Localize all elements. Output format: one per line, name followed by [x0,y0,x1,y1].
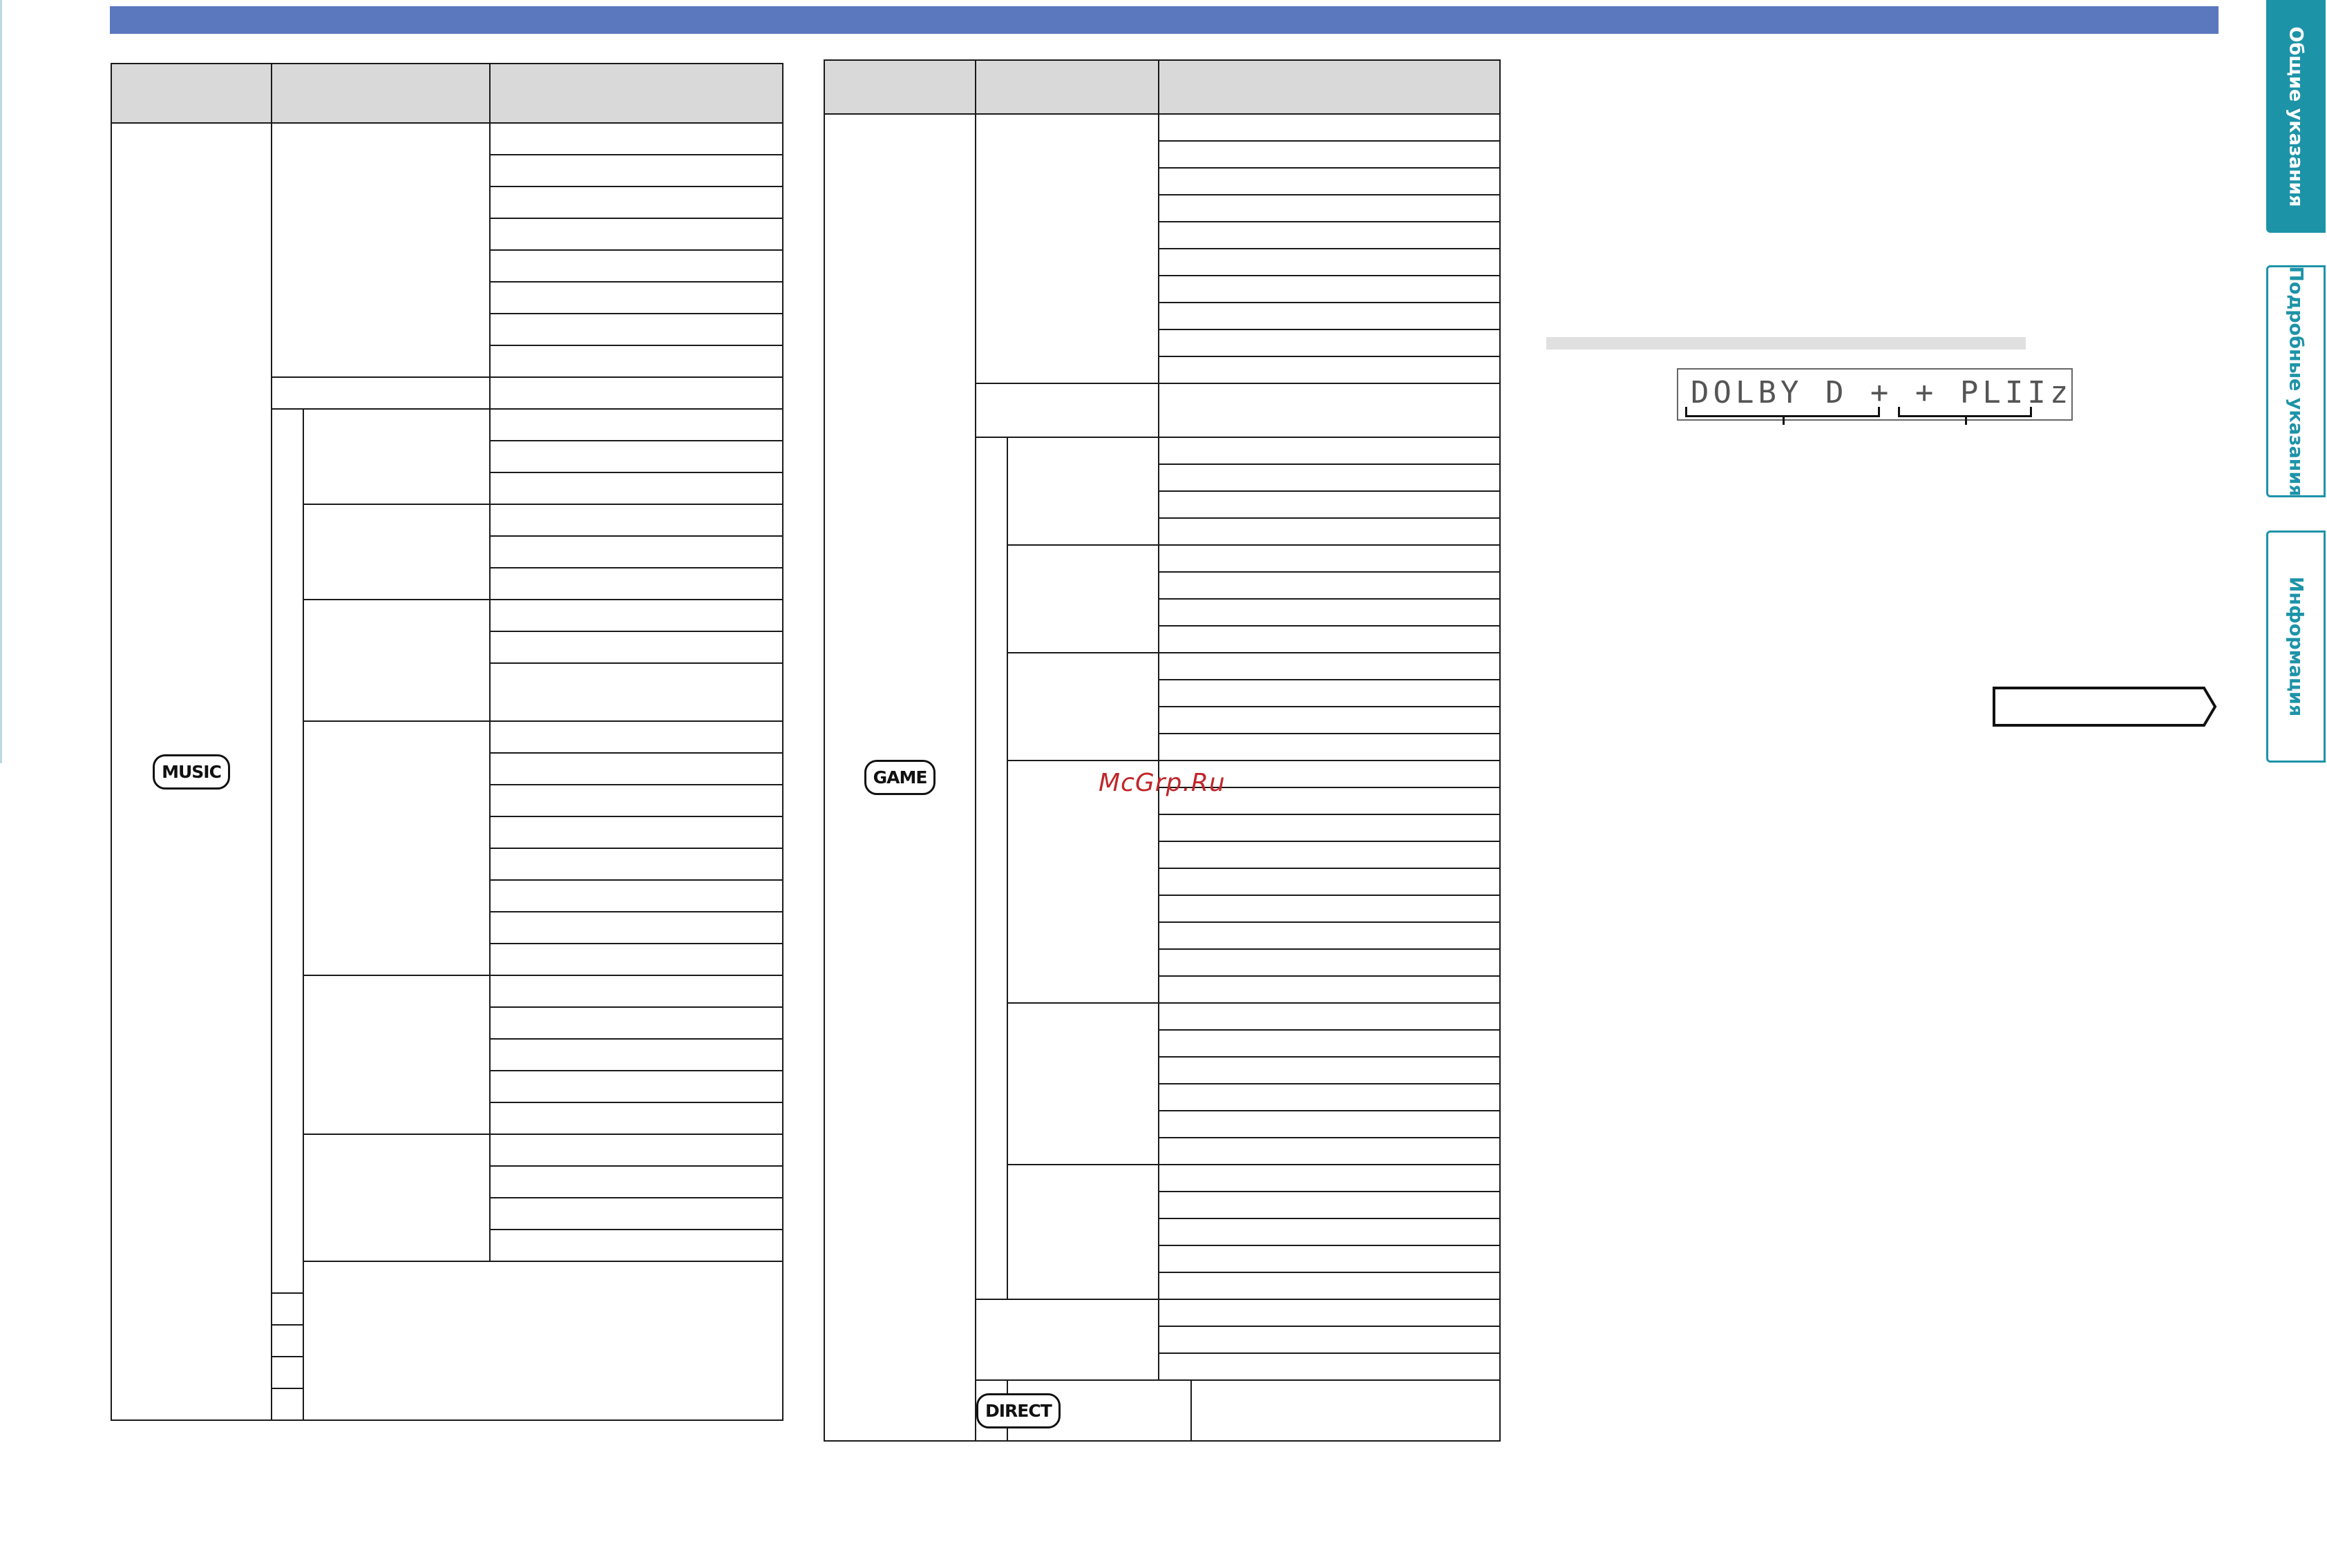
music-cell: MUSIC [111,122,272,1421]
tab-detailed[interactable]: Подробные указания [2266,265,2326,497]
fl-display: DOLBY D + + PLIIz [1677,368,2073,425]
tab-detailed-label: Подробные указания [2285,266,2307,497]
game-mode-table: GAME DIRECT [824,59,1501,1442]
header-cell [824,59,976,115]
decoder-bracket [1685,407,1880,425]
left-edge-stripe [0,0,2,763]
watermark: McGrp.Ru [1099,769,1226,797]
header-cell [271,63,491,124]
display-text: DOLBY D + + PLIIz [1691,375,2073,410]
direct-badge: DIRECT [976,1393,1061,1428]
header-cell [489,63,783,124]
tab-general[interactable]: Общие указания [2266,0,2326,233]
header-bar [110,6,2219,34]
game-cell: GAME [824,113,976,1442]
direct-cell: DIRECT [975,1379,1061,1442]
tab-information[interactable]: Информация [2266,530,2326,763]
section-gray-bar [1546,337,2026,350]
music-badge: MUSIC [153,754,230,790]
music-mode-table: MUSIC [111,63,783,1421]
tab-general-label: Общие указания [2285,26,2307,207]
header-cell [111,63,272,124]
tab-information-label: Информация [2285,576,2307,717]
surround-bracket [1898,407,2032,425]
header-cell [975,59,1159,115]
header-cell [1158,59,1501,115]
page-reference-arrow [1993,687,2217,727]
game-badge: GAME [864,760,936,795]
